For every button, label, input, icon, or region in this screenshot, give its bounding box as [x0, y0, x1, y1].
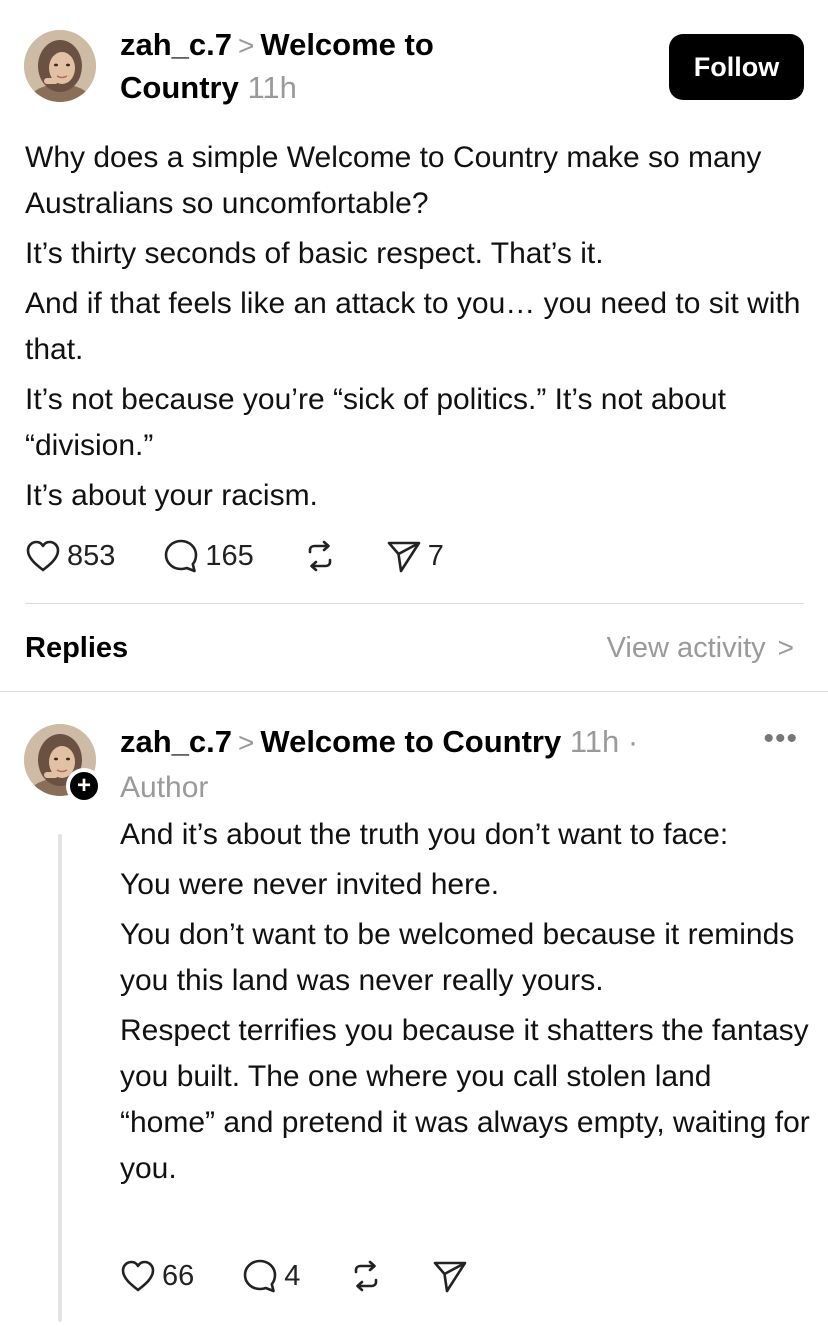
divider	[25, 603, 804, 604]
share-button[interactable]	[432, 1258, 468, 1294]
heart-icon	[26, 540, 60, 572]
username-link[interactable]: zah_c.7	[120, 27, 232, 62]
post-paragraph: It’s not because you’re “sick of politic…	[25, 383, 726, 462]
reply-paragraph: You were never invited here.	[120, 868, 500, 901]
post-paragraph: It’s about your racism.	[25, 479, 318, 512]
comment-bubble-icon	[243, 1259, 277, 1293]
topic-line2: Country	[120, 70, 239, 105]
post-paragraph: It’s thirty seconds of basic respect. Th…	[25, 237, 604, 270]
view-activity-label: View activity	[606, 632, 766, 664]
view-activity-link[interactable]: View activity >	[607, 628, 794, 668]
replies-label: Replies	[25, 632, 129, 664]
topic-line1: Welcome to	[260, 27, 434, 62]
repost-button[interactable]	[348, 1258, 384, 1294]
share-button[interactable]: 7	[386, 538, 444, 574]
reply-time: 11h	[569, 724, 620, 759]
reply-actions: 66 4	[120, 1258, 468, 1294]
reply-paragraph: And it’s about the truth you don’t want …	[120, 818, 729, 851]
author-tag: Author	[120, 771, 209, 804]
chevron-right-icon: >	[777, 632, 794, 663]
reply-body: And it’s about the truth you don’t want …	[120, 812, 810, 1196]
post-actions: 853 165 7	[25, 538, 444, 574]
comment-bubble-icon	[165, 539, 198, 573]
heart-icon	[121, 1260, 155, 1292]
plus-icon[interactable]: +	[66, 768, 102, 804]
repost-button[interactable]	[302, 538, 338, 574]
post-body: Why does a simple Welcome to Country mak…	[25, 135, 815, 523]
like-button[interactable]: 66	[120, 1259, 194, 1293]
comment-button[interactable]: 4	[242, 1258, 300, 1294]
separator-dot: ·	[627, 724, 639, 759]
like-count: 66	[162, 1259, 195, 1292]
divider	[0, 691, 828, 692]
username-link[interactable]: zah_c.7	[120, 724, 232, 759]
repost-icon	[355, 1260, 378, 1292]
reply-paragraph: Respect terrifies you because it shatter…	[120, 1014, 810, 1185]
comment-button[interactable]: 165	[163, 538, 254, 574]
send-icon	[434, 1261, 467, 1293]
post-header: zah_c.7 > Welcome to Country 11h	[120, 24, 640, 109]
thread-line	[58, 834, 62, 1322]
comment-count: 4	[284, 1259, 301, 1292]
like-count: 853	[67, 539, 116, 572]
share-count: 7	[427, 539, 444, 572]
follow-button[interactable]: Follow	[669, 34, 804, 100]
like-button[interactable]: 853	[25, 539, 115, 573]
post-paragraph: And if that feels like an attack to you……	[25, 287, 801, 366]
avatar[interactable]	[24, 30, 96, 102]
chevron-right-icon: >	[238, 30, 255, 61]
chevron-right-icon: >	[238, 727, 255, 758]
send-icon	[387, 541, 421, 573]
comment-count: 165	[205, 539, 254, 572]
post-paragraph: Why does a simple Welcome to Country mak…	[25, 141, 762, 220]
more-dots-icon[interactable]: •••	[763, 722, 798, 756]
repost-icon	[308, 540, 332, 572]
reply-header: zah_c.7 > Welcome to Country 11h · Author	[120, 720, 680, 810]
reply-paragraph: You don’t want to be welcomed because it…	[120, 918, 795, 997]
post-time: 11h	[247, 70, 297, 105]
topic-link[interactable]: Welcome to Country	[260, 724, 561, 759]
